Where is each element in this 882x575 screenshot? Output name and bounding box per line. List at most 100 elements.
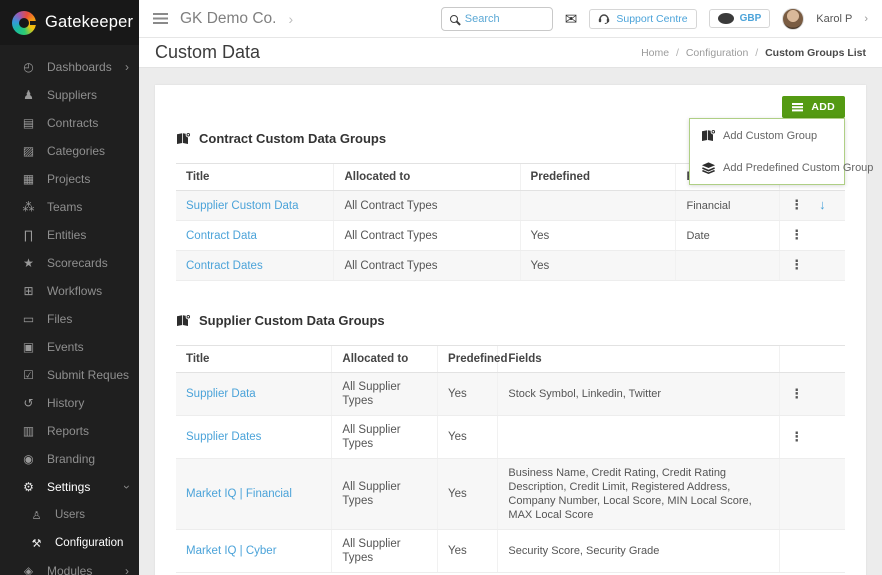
col-predefined: Predefined [438,346,498,373]
breadcrumb-current: Custom Groups List [765,47,866,59]
col-fields: Fields [498,346,780,373]
table-header-row: Title Allocated to Predefined Fields [176,346,845,373]
sidebar-item-teams[interactable]: ⁂ Teams [0,193,139,221]
sidebar-toggle-hamburger-icon[interactable] [153,13,168,24]
sidebar-item-history[interactable]: ↺ History [0,389,139,417]
custom-group-book-gear-icon [176,314,191,327]
col-allocated-to: Allocated to [332,346,438,373]
group-link[interactable]: Contract Data [186,230,257,242]
currency-selector[interactable]: GBP [709,9,771,28]
menu-item-add-custom-group[interactable]: Add Custom Group [690,119,844,152]
sidebar-item-contracts[interactable]: ▤ Contracts [0,109,139,137]
categories-icon: ▨ [20,144,37,158]
sidebar-item-workflows[interactable]: ⊞ Workflows [0,277,139,305]
group-link[interactable]: Contract Dates [186,260,263,272]
sidebar-item-submit-requests[interactable]: ☑ Submit Requests [0,361,139,389]
user-menu[interactable]: Karol P [816,13,852,25]
sidebar-item-events[interactable]: ▣ Events [0,333,139,361]
entities-icon: ∏ [20,228,37,242]
row-actions-kebab-icon[interactable]: ⋮ [790,228,803,242]
suppliers-icon: ♟ [20,88,37,102]
predefined-layers-icon [701,162,716,174]
group-link[interactable]: Market IQ | Financial [186,488,292,500]
menu-item-add-predefined-custom-group[interactable]: Add Predefined Custom Group [690,152,844,184]
sidebar-item-projects[interactable]: ▦ Projects [0,165,139,193]
brand-logo[interactable]: Gatekeeper [0,0,139,45]
table-row: Supplier Custom Data All Contract Types … [176,191,845,221]
branding-icon: ◉ [20,452,37,466]
page-header: Custom Data Home / Configuration / Custo… [139,38,882,68]
col-title: Title [176,164,334,191]
global-search[interactable] [441,7,553,31]
sidebar-item-entities[interactable]: ∏ Entities [0,221,139,249]
group-link[interactable]: Supplier Custom Data [186,200,299,212]
sidebar-item-users[interactable]: ♙ Users [0,501,139,529]
support-centre-button[interactable]: Support Centre [589,9,696,29]
group-link[interactable]: Supplier Data [186,388,256,400]
company-switcher[interactable]: GK Demo Co. [180,10,276,28]
breadcrumb: Home / Configuration / Custom Groups Lis… [641,47,866,59]
custom-group-book-gear-icon [701,129,716,142]
configuration-tools-icon: ⚒ [28,537,45,550]
row-actions-kebab-icon[interactable]: ⋮ [790,258,803,272]
row-actions-kebab-icon[interactable]: ⋮ [790,387,803,401]
content-area: ADD Add Custom Group Add Predefined Cust… [139,68,882,575]
chevron-right-icon: › [125,564,129,575]
brand-name: Gatekeeper [45,13,133,32]
sidebar-item-scorecards[interactable]: ★ Scorecards [0,249,139,277]
sidebar-item-categories[interactable]: ▨ Categories [0,137,139,165]
sidebar-item-settings[interactable]: ⚙ Settings › [0,473,139,501]
users-icon: ♙ [28,509,45,522]
user-avatar[interactable] [782,8,804,30]
sidebar-item-branding[interactable]: ◉ Branding [0,445,139,473]
events-icon: ▣ [20,340,37,354]
menu-bars-icon [792,103,803,111]
topbar: GK Demo Co. › ✉ Support Centre GBP Karol… [139,0,882,38]
breadcrumb-configuration[interactable]: Configuration [686,47,748,59]
breadcrumb-home[interactable]: Home [641,47,669,59]
add-menu: ADD Add Custom Group Add Predefined Cust… [689,96,845,185]
table-row: Supplier Data All Supplier Types Yes Sto… [176,373,845,416]
sidebar-item-files[interactable]: ▭ Files [0,305,139,333]
chevron-right-icon[interactable]: › [864,13,868,25]
download-icon[interactable]: ↓ [819,198,826,212]
sidebar-nav: ◴ Dashboards › ♟ Suppliers ▤ Contracts ▨… [0,53,139,575]
gatekeeper-logo-icon [12,11,36,35]
submit-requests-icon: ☑ [20,368,37,382]
chevron-right-icon[interactable]: › [288,11,293,27]
sidebar-item-configuration[interactable]: ⚒ Configuration [0,529,139,557]
history-icon: ↺ [20,396,37,410]
table-row: Contract Dates All Contract Types Yes ⋮ [176,251,845,281]
messages-envelope-icon[interactable]: ✉ [565,10,578,28]
table-row: Market IQ | Financial All Supplier Types… [176,459,845,530]
table-row: Supplier Dates All Supplier Types Yes ⋮ [176,416,845,459]
files-icon: ▭ [20,312,37,326]
row-actions-kebab-icon[interactable]: ⋮ [790,430,803,444]
chevron-down-icon: › [120,485,134,489]
settings-gear-icon: ⚙ [20,480,37,494]
col-actions [780,346,845,373]
workflows-icon: ⊞ [20,284,37,298]
sidebar-item-suppliers[interactable]: ♟ Suppliers [0,81,139,109]
add-dropdown: Add Custom Group Add Predefined Custom G… [689,118,845,185]
row-actions-kebab-icon[interactable]: ⋮ [790,198,803,212]
add-button[interactable]: ADD [782,96,845,118]
teams-icon: ⁂ [20,200,37,214]
headset-icon [598,13,610,24]
sidebar-item-modules[interactable]: ◈ Modules › [0,557,139,575]
supplier-groups-heading: Supplier Custom Data Groups [176,281,845,328]
group-link[interactable]: Supplier Dates [186,431,261,443]
group-link[interactable]: Market IQ | Cyber [186,545,277,557]
sidebar-item-reports[interactable]: ▥ Reports [0,417,139,445]
main-area: GK Demo Co. › ✉ Support Centre GBP Karol… [139,0,882,575]
dashboards-icon: ◴ [20,60,37,74]
projects-icon: ▦ [20,172,37,186]
supplier-groups-table: Title Allocated to Predefined Fields Sup… [176,345,845,573]
col-title: Title [176,346,332,373]
sidebar-item-dashboards[interactable]: ◴ Dashboards › [0,53,139,81]
modules-icon: ◈ [20,564,37,575]
page-title: Custom Data [155,42,260,63]
search-input[interactable] [465,13,535,25]
col-allocated-to: Allocated to [334,164,520,191]
contracts-icon: ▤ [20,116,37,130]
